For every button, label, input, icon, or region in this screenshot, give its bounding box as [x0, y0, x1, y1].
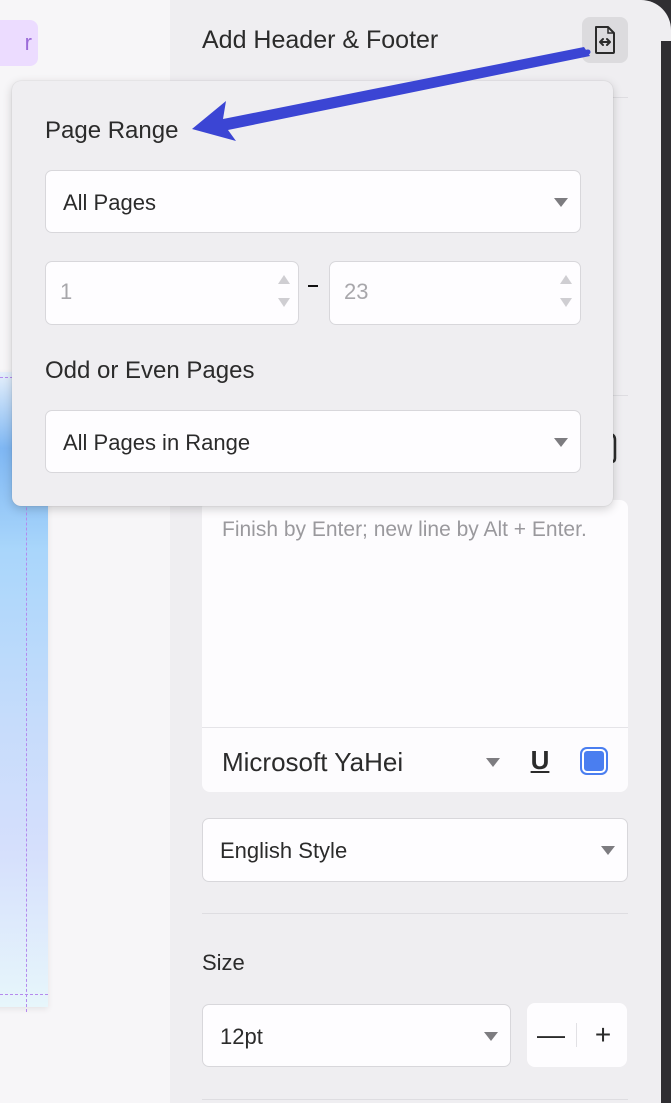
window-corner — [630, 0, 671, 41]
canvas-tag-chip[interactable]: r — [0, 20, 38, 66]
spin-up-icon[interactable] — [278, 275, 290, 284]
stepper-separator — [576, 1023, 577, 1047]
panel-title: Add Header & Footer — [202, 26, 439, 54]
panel-divider — [202, 913, 628, 914]
numbering-style-select[interactable]: English Style — [202, 818, 628, 882]
underline-button[interactable]: U — [524, 742, 556, 778]
decrease-size-button[interactable]: — — [527, 1003, 575, 1067]
header-text-editor: Finish by Enter; new line by Alt + Enter… — [202, 500, 628, 792]
range-from-input[interactable]: 1 — [45, 261, 299, 325]
page-range-label: Page Range — [45, 117, 179, 144]
spin-up-icon[interactable] — [560, 275, 572, 284]
range-to-value: 23 — [344, 279, 369, 304]
page-range-value: All Pages — [63, 190, 156, 215]
odd-even-select[interactable]: All Pages in Range — [45, 410, 581, 473]
range-from-value: 1 — [60, 279, 73, 304]
font-size-value: 12pt — [220, 1024, 263, 1049]
tag-chip-text: r — [24, 30, 32, 55]
margin-guide-bottom — [0, 994, 48, 995]
header-text-input[interactable]: Finish by Enter; new line by Alt + Enter… — [222, 514, 602, 545]
chevron-down-icon[interactable] — [486, 758, 500, 767]
odd-even-value: All Pages in Range — [63, 430, 251, 455]
range-to-input[interactable]: 23 — [329, 261, 581, 325]
chevron-down-icon — [554, 197, 568, 207]
window-border — [661, 0, 671, 1103]
font-size-select[interactable]: 12pt — [202, 1004, 511, 1067]
file-resize-icon — [595, 26, 615, 54]
chevron-down-icon — [601, 846, 615, 855]
font-size-stepper: — + — [527, 1003, 627, 1067]
range-separator — [308, 285, 318, 287]
page-range-button[interactable] — [582, 17, 628, 63]
chevron-down-icon — [554, 437, 568, 447]
font-family-select[interactable]: Microsoft YaHei — [222, 747, 403, 778]
editor-divider — [202, 727, 628, 728]
chevron-down-icon — [484, 1031, 498, 1041]
odd-even-label: Odd or Even Pages — [45, 357, 255, 384]
spin-down-icon[interactable] — [278, 298, 290, 307]
increase-size-button[interactable]: + — [579, 1003, 627, 1067]
page-range-popup: Page Range All Pages 1 23 Odd or Even Pa… — [12, 81, 613, 506]
spin-down-icon[interactable] — [560, 298, 572, 307]
panel-divider — [202, 1099, 628, 1100]
numbering-style-value: English Style — [220, 838, 348, 863]
page-range-select[interactable]: All Pages — [45, 170, 581, 233]
size-label: Size — [202, 950, 245, 975]
font-color-picker[interactable] — [580, 747, 608, 775]
